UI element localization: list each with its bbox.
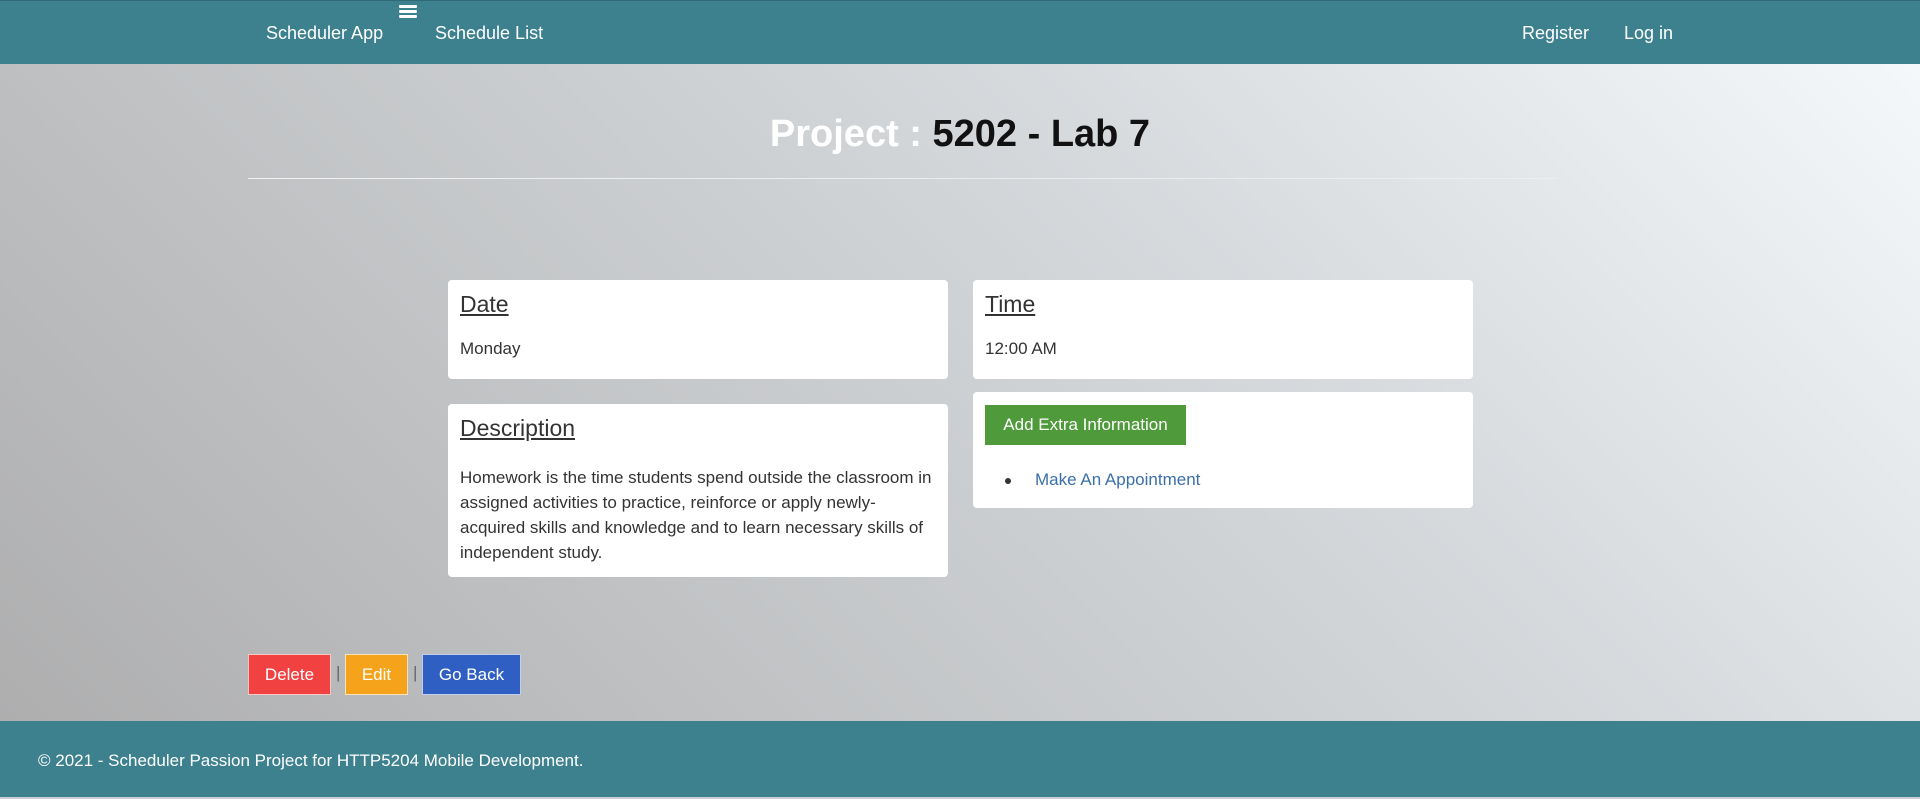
time-heading: Time (985, 291, 1036, 317)
separator: | (336, 663, 341, 682)
date-heading: Date (460, 291, 509, 317)
title-divider (248, 178, 1558, 179)
list-bullet (1005, 478, 1011, 484)
title-value: 5202 - Lab 7 (932, 113, 1151, 155)
extra-info-card: Add Extra Information Make An Appointmen… (973, 392, 1473, 508)
menu-icon[interactable] (399, 5, 417, 20)
footer-text: © 2021 - Scheduler Passion Project for H… (38, 751, 584, 770)
time-value: 12:00 AM (985, 339, 1057, 358)
separator: | (413, 663, 418, 682)
date-value: Monday (460, 339, 521, 358)
title-label: Project : (769, 113, 922, 155)
main-content: Project : 5202 - Lab 7 Date Monday Time … (0, 64, 1920, 721)
delete-button[interactable]: Delete (248, 654, 331, 695)
add-extra-information-button[interactable]: Add Extra Information (985, 405, 1186, 445)
nav-login[interactable]: Log in (1624, 23, 1673, 43)
description-heading: Description (460, 415, 576, 441)
time-card: Time 12:00 AM (973, 280, 1473, 379)
go-back-button[interactable]: Go Back (422, 654, 521, 695)
nav-schedule-list[interactable]: Schedule List (435, 23, 543, 43)
nav-register[interactable]: Register (1522, 23, 1589, 43)
page-title: Project : 5202 - Lab 7 (0, 112, 1920, 156)
footer: © 2021 - Scheduler Passion Project for H… (0, 721, 1920, 797)
edit-button[interactable]: Edit (345, 654, 408, 695)
date-card: Date Monday (448, 280, 948, 379)
description-card: Description Homework is the time student… (448, 404, 948, 577)
navbar: Scheduler App Schedule List Register Log… (0, 0, 1920, 64)
description-text: Homework is the time students spend outs… (460, 468, 932, 562)
make-appointment-link[interactable]: Make An Appointment (1035, 470, 1200, 490)
brand-link[interactable]: Scheduler App (266, 23, 383, 43)
